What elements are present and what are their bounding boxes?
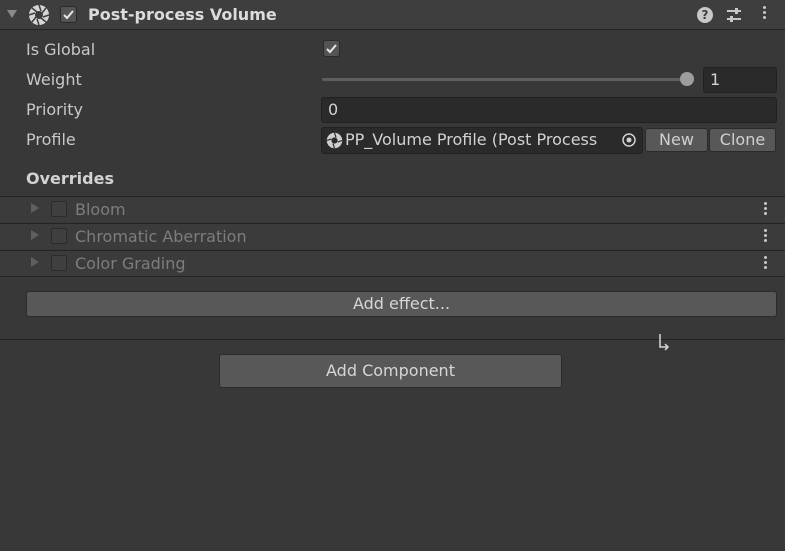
is-global-label: Is Global [26,40,96,59]
weight-label: Weight [26,70,82,89]
kebab-menu-icon[interactable] [763,256,769,272]
override-row-chromatic-aberration[interactable]: Chromatic Aberration [0,223,785,249]
override-label: Color Grading [75,254,186,273]
profile-object-field[interactable]: PP_Volume Profile (Post Process [321,127,643,154]
kebab-menu-icon[interactable] [763,229,769,245]
aperture-icon [28,4,50,26]
override-checkbox[interactable] [51,201,67,217]
override-row-color-grading[interactable]: Color Grading [0,250,785,277]
add-component-button[interactable]: Add Component [219,354,562,388]
profile-value: PP_Volume Profile (Post Process [345,130,598,149]
kebab-menu-icon[interactable] [762,6,768,24]
help-icon[interactable]: ? [696,6,714,24]
override-label: Bloom [75,200,126,219]
override-row-bloom[interactable]: Bloom [0,196,785,222]
add-effect-button[interactable]: Add effect... [26,291,777,317]
clone-profile-button[interactable]: Clone [709,128,776,152]
component-header[interactable]: Post-process Volume ? [0,0,785,30]
checkmark-icon [326,44,337,54]
new-profile-button[interactable]: New [645,128,708,152]
override-checkbox[interactable] [51,228,67,244]
foldout-arrow-icon[interactable] [31,257,39,267]
presets-icon[interactable] [725,6,743,24]
checkmark-icon [63,10,74,20]
component-title: Post-process Volume [88,5,277,24]
foldout-arrow-icon[interactable] [31,230,39,240]
foldout-arrow-icon[interactable] [31,203,39,213]
foldout-arrow-icon[interactable] [7,10,17,18]
priority-field[interactable]: 0 [321,97,777,123]
kebab-menu-icon[interactable] [763,202,769,218]
override-checkbox[interactable] [51,255,67,271]
inspector-panel: Post-process Volume ? Is Global Weight 1… [0,0,785,551]
weight-slider-thumb[interactable] [680,72,694,86]
priority-label: Priority [26,100,83,119]
profile-label: Profile [26,130,76,149]
component-enabled-checkbox[interactable] [60,6,77,23]
resize-cursor-icon [659,334,670,351]
svg-text:?: ? [702,8,709,22]
is-global-checkbox[interactable] [323,40,340,57]
weight-field[interactable]: 1 [703,67,777,93]
override-label: Chromatic Aberration [75,227,247,246]
aperture-icon [326,132,343,149]
weight-slider-track[interactable] [322,78,688,81]
overrides-heading: Overrides [26,169,114,188]
object-picker-icon[interactable] [622,133,636,147]
